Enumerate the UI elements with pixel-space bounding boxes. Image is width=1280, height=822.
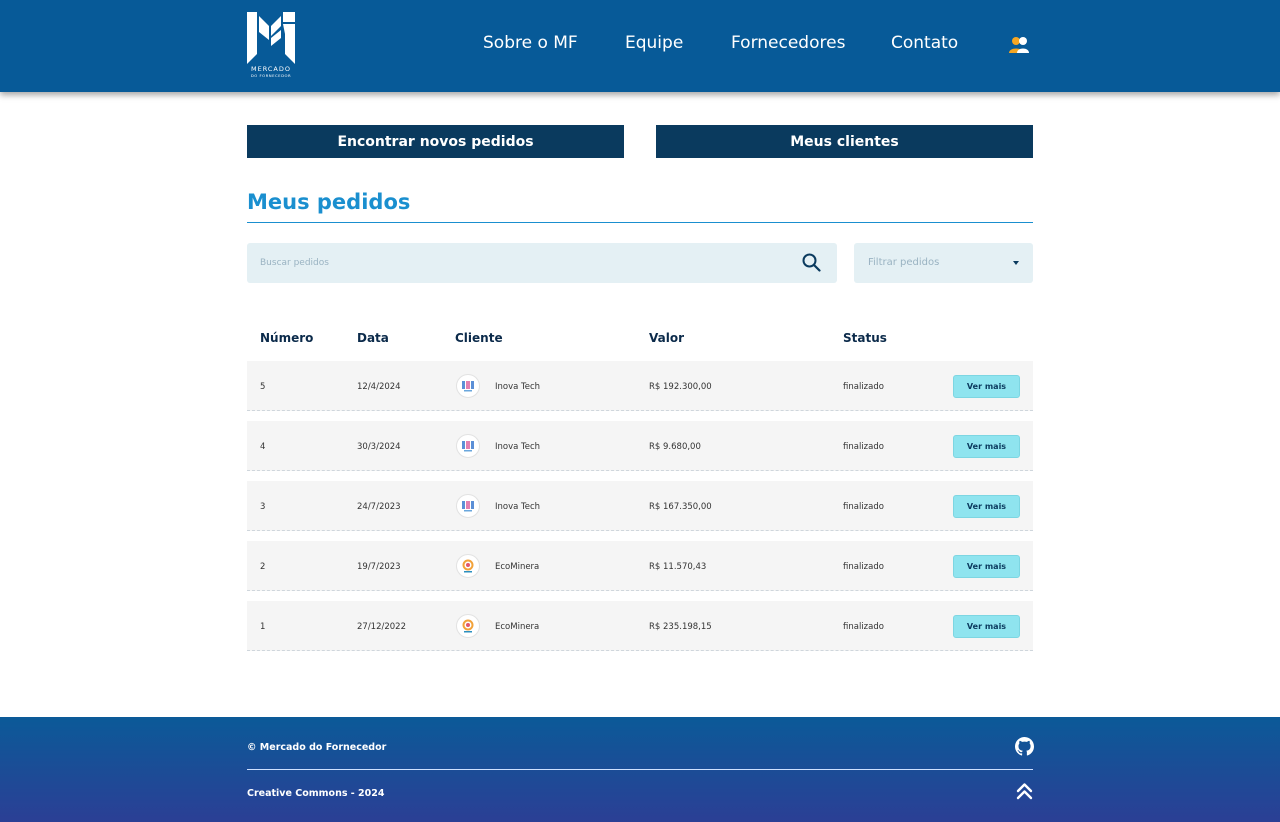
row-status: finalizado [843,562,884,572]
table-row: 1 27/12/2022 EcoMinera R$ 235.198,15 fin… [247,601,1033,651]
row-data: 24/7/2023 [357,502,401,512]
nav-sobre[interactable]: Sobre o MF [483,33,578,53]
table-row: 4 30/3/2024 Inova Tech R$ 9.680,00 final… [247,421,1033,471]
footer: © Mercado do Fornecedor Creative Commons… [0,717,1280,822]
footer-license: Creative Commons - 2024 [247,788,385,799]
title-divider [247,222,1033,223]
logo[interactable]: MERCADO DO FORNECEDOR [247,12,295,80]
row-numero: 2 [260,562,266,572]
row-valor: R$ 9.680,00 [649,442,701,452]
users-icon[interactable] [1008,36,1032,54]
ver-mais-button[interactable]: Ver mais [953,375,1020,398]
page-title: Meus pedidos [247,190,411,214]
logo-mark-icon [247,12,295,64]
row-numero: 1 [260,622,266,632]
footer-divider [247,769,1033,770]
nav-equipe[interactable]: Equipe [625,33,683,53]
ver-mais-button[interactable]: Ver mais [953,555,1020,578]
ver-mais-button[interactable]: Ver mais [953,495,1020,518]
row-valor: R$ 167.350,00 [649,502,712,512]
row-status: finalizado [843,442,884,452]
row-cliente: EcoMinera [495,622,540,632]
footer-copyright: © Mercado do Fornecedor [247,742,387,753]
logo-subtext: DO FORNECEDOR [250,73,292,78]
filter-label: Filtrar pedidos [868,257,940,268]
client-logo-ecominera [456,614,480,638]
table-row: 3 24/7/2023 Inova Tech R$ 167.350,00 fin… [247,481,1033,531]
row-status: finalizado [843,622,884,632]
chevron-down-icon [1013,261,1019,265]
nav-fornecedores[interactable]: Fornecedores [731,33,845,53]
row-data: 30/3/2024 [357,442,401,452]
ver-mais-button[interactable]: Ver mais [953,435,1020,458]
column-header-status: Status [843,331,887,345]
search-input[interactable] [247,243,787,283]
ver-mais-button[interactable]: Ver mais [953,615,1020,638]
row-valor: R$ 11.570,43 [649,562,707,572]
filter-select[interactable]: Filtrar pedidos [854,243,1033,283]
row-data: 12/4/2024 [357,382,401,392]
row-cliente: Inova Tech [495,382,541,392]
row-data: 19/7/2023 [357,562,401,572]
my-clients-button[interactable]: Meus clientes [656,125,1033,158]
logo-text: MERCADO [250,65,291,73]
row-valor: R$ 235.198,15 [649,622,712,632]
row-cliente: EcoMinera [495,562,540,572]
table-row: 5 12/4/2024 Inova Tech R$ 192.300,00 fin… [247,361,1033,411]
row-data: 27/12/2022 [357,622,406,632]
client-logo-ecominera [456,554,480,578]
scroll-top-icon[interactable] [1016,782,1033,800]
row-numero: 3 [260,502,266,512]
column-header-valor: Valor [649,331,685,345]
row-cliente: Inova Tech [495,502,541,512]
table-row: 2 19/7/2023 EcoMinera R$ 11.570,43 final… [247,541,1033,591]
row-valor: R$ 192.300,00 [649,382,712,392]
github-icon[interactable] [1015,737,1034,756]
search-box [247,243,837,283]
row-status: finalizado [843,502,884,512]
row-status: finalizado [843,382,884,392]
column-header-numero: Número [260,331,314,345]
client-logo-inova-tech [456,374,480,398]
client-logo-inova-tech [456,494,480,518]
client-logo-inova-tech [456,434,480,458]
search-icon[interactable] [802,253,821,272]
row-cliente: Inova Tech [495,442,541,452]
nav-contato[interactable]: Contato [891,33,958,53]
column-header-cliente: Cliente [455,331,503,345]
row-numero: 5 [260,382,266,392]
column-header-data: Data [357,331,389,345]
find-orders-button[interactable]: Encontrar novos pedidos [247,125,624,158]
row-numero: 4 [260,442,266,452]
header: MERCADO DO FORNECEDOR Sobre o MF Equipe … [0,0,1280,92]
